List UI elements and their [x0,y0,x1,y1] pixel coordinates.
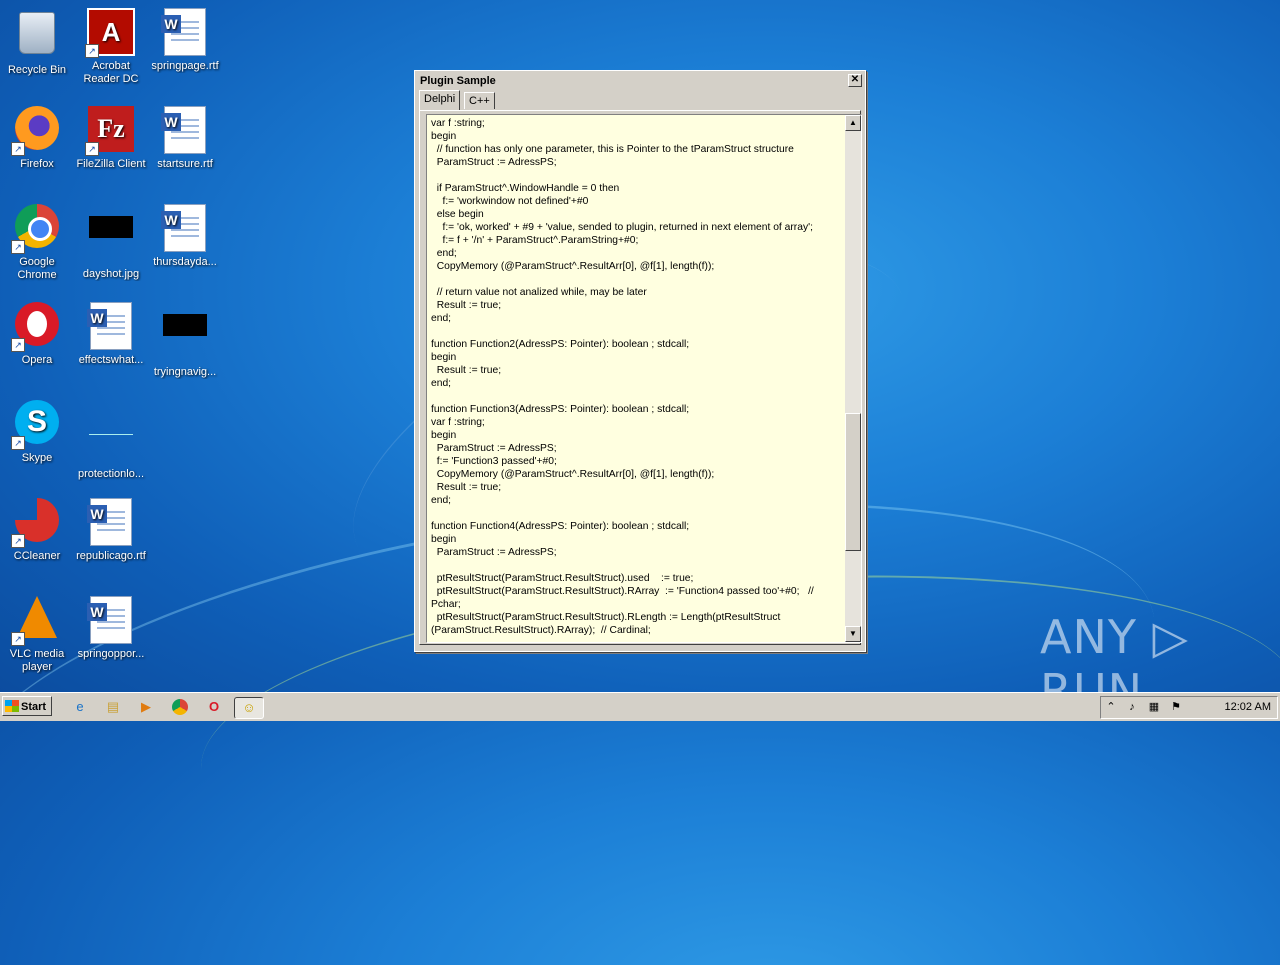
scroll-up-button[interactable]: ▲ [845,115,861,131]
desktop-icon-vlc[interactable]: ↗ VLC media player [0,596,74,674]
network-icon[interactable]: ▦ [1147,700,1161,714]
icon-label: Firefox [20,158,54,170]
start-label: Start [21,701,47,713]
word-document-icon: W [87,498,135,546]
desktop-icon-acrobat[interactable]: A ↗ Acrobat Reader DC [74,8,148,86]
windows-flag-icon [5,700,19,712]
internet-explorer-icon[interactable]: e [70,697,90,717]
icon-label: FileZilla Client [76,158,146,170]
word-document-icon: W [161,8,209,56]
icon-label: effectswhat... [78,354,144,366]
icon-label: tryingnavig... [153,366,217,378]
desktop-icon-dayshot[interactable]: dayshot.jpg [74,204,148,281]
desktop-icon-republicago[interactable]: W republicago.rtf [74,498,148,563]
tab-delphi[interactable]: Delphi [419,90,461,110]
icon-label: springpage.rtf [151,60,219,72]
desktop-icon-opera[interactable]: ↗ Opera [0,302,74,367]
tab-panel: var f :string; begin // function has onl… [419,110,862,645]
ccleaner-icon: ↗ [11,498,61,548]
plugin-sample-taskbar-button[interactable]: ☺ [234,697,264,719]
desktop-icon-springoppor[interactable]: W springoppor... [74,596,148,661]
file-explorer-icon[interactable]: ▤ [103,697,123,717]
image-file-icon [161,314,209,362]
icon-label: Opera [21,354,53,366]
icon-label: Skype [21,452,53,464]
volume-icon[interactable]: ♪ [1125,700,1139,714]
file-icon [87,416,135,464]
image-file-icon [87,216,135,264]
icon-label: dayshot.jpg [82,268,140,280]
vertical-scrollbar[interactable]: ▲ ▼ [845,115,861,642]
opera-icon: ↗ [11,302,61,352]
icon-label: thursdayda... [153,256,217,268]
arrow-down-icon: ▼ [849,629,857,638]
window-titlebar[interactable]: Plugin Sample ✕ [417,73,863,89]
word-document-icon: W [161,204,209,252]
acrobat-icon: A ↗ [85,8,135,58]
close-icon: ✕ [850,74,860,85]
desktop-icon-thursdayda[interactable]: W thursdayda... [148,204,222,269]
desktop-icon-protectionlo[interactable]: protectionlo... [74,400,148,481]
word-document-icon: W [87,596,135,644]
desktop-icon-filezilla[interactable]: Fz ↗ FileZilla Client [74,106,148,171]
plugin-sample-window: Plugin Sample ✕ Delphi C++ var f :string… [414,70,866,652]
skype-icon: S ↗ [11,400,61,450]
arrow-up-icon: ▲ [849,118,857,127]
desktop-icon-tryingnavig[interactable]: tryingnavig... [148,302,222,379]
icon-label: protectionlo... [77,468,145,480]
opera-taskbar-icon[interactable]: O [204,697,224,717]
icon-label: VLC media player [9,648,65,673]
vlc-icon: ↗ [11,596,61,646]
icon-label: startsure.rtf [157,158,213,170]
desktop-icon-effectswhat[interactable]: W effectswhat... [74,302,148,367]
icon-label: Acrobat Reader DC [83,60,139,85]
desktop-icon-ccleaner[interactable]: ↗ CCleaner [0,498,74,563]
icon-label: springoppor... [77,648,145,660]
icon-label: CCleaner [13,550,61,562]
clock[interactable]: 12:02 AM [1225,700,1271,714]
code-text: var f :string; begin // function has onl… [431,118,814,636]
tab-label: C++ [469,95,490,107]
icon-label: Google Chrome [17,256,57,281]
firefox-icon: ↗ [11,106,61,156]
word-document-icon: W [161,106,209,154]
desktop-icon-firefox[interactable]: ↗ Firefox [0,106,74,171]
desktop-icon-startsure[interactable]: W startsure.rtf [148,106,222,171]
desktop-icon-skype[interactable]: S ↗ Skype [0,400,74,465]
scroll-down-button[interactable]: ▼ [845,626,861,642]
filezilla-icon: Fz ↗ [85,106,135,156]
tab-label: Delphi [424,93,456,105]
taskbar: Start e ▤ ▶ O ☺ ⌃ ♪ ▦ ⚑ 12:02 AM [0,692,1280,721]
chrome-icon: ↗ [11,204,61,254]
code-memo[interactable]: var f :string; begin // function has onl… [426,114,862,643]
chrome-taskbar-icon[interactable] [170,697,190,717]
close-button[interactable]: ✕ [848,74,862,87]
tab-cpp[interactable]: C++ [464,92,495,109]
word-document-icon: W [87,302,135,350]
desktop-icon-recycle-bin[interactable]: Recycle Bin [0,8,74,77]
start-button[interactable]: Start [2,696,52,716]
action-center-flag-icon[interactable]: ⚑ [1169,700,1183,714]
icon-label: Recycle Bin [7,64,67,76]
desktop-icon-springpage[interactable]: W springpage.rtf [148,8,222,73]
desktop-icon-chrome[interactable]: ↗ Google Chrome [0,204,74,282]
icon-label: republicago.rtf [76,550,146,562]
show-hidden-icons-button[interactable]: ⌃ [1104,700,1118,714]
system-tray: ⌃ ♪ ▦ ⚑ 12:02 AM [1100,696,1278,719]
recycle-bin-icon [13,12,61,60]
media-player-icon[interactable]: ▶ [136,697,156,717]
scroll-thumb[interactable] [845,413,861,551]
window-title: Plugin Sample [420,75,496,87]
